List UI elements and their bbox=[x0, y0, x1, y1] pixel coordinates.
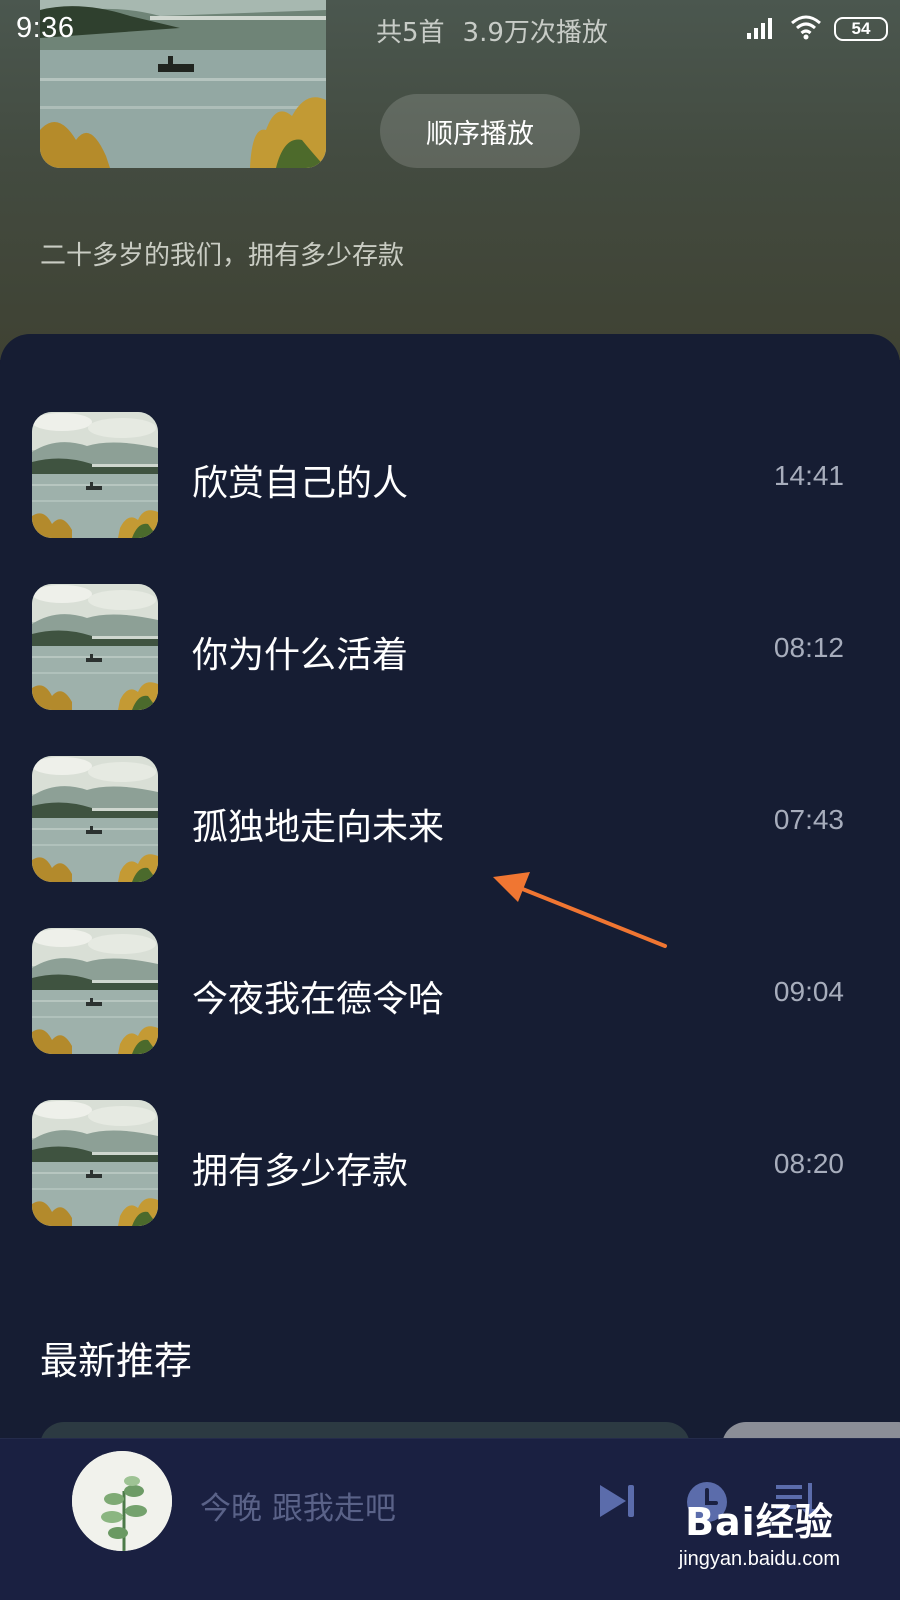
track-duration: 09:04 bbox=[773, 976, 844, 1007]
play-count: 3.9万次播放 bbox=[462, 18, 608, 48]
now-playing-cover[interactable] bbox=[72, 1451, 172, 1551]
track-row[interactable]: 今夜我在德令哈 09:04 bbox=[0, 928, 900, 1054]
sequential-play-button[interactable]: 顺序播放 bbox=[380, 94, 580, 168]
playlist-header: 9:36 共5首 3.9万次播放 54 顺序播放 二十多岁的我们，拥有多少存款 bbox=[0, 0, 900, 360]
mini-player[interactable]: 今晚 跟我走吧 Bai经验 jingyan.baidu.com bbox=[0, 1438, 900, 1600]
track-thumbnail bbox=[32, 584, 158, 710]
track-thumbnail bbox=[32, 1100, 158, 1226]
track-row[interactable]: 拥有多少存款 08:20 bbox=[0, 1100, 900, 1226]
playlist-stats: 共5首 3.9万次播放 bbox=[376, 12, 608, 49]
track-duration: 08:20 bbox=[773, 1148, 844, 1179]
playlist-cover-image[interactable] bbox=[40, 0, 326, 168]
track-title: 欣赏自己的人 bbox=[192, 463, 409, 504]
latest-recommend-heading: 最新推荐 bbox=[40, 1339, 193, 1383]
track-row[interactable]: 你为什么活着 08:12 bbox=[0, 584, 900, 710]
wifi-icon bbox=[790, 14, 822, 44]
next-track-icon[interactable] bbox=[598, 1481, 638, 1525]
watermark-url: jingyan.baidu.com bbox=[678, 1548, 840, 1570]
track-duration: 08:12 bbox=[773, 632, 844, 663]
status-bar-time: 9:36 bbox=[16, 12, 75, 44]
track-row[interactable]: 孤独地走向未来 07:43 bbox=[0, 756, 900, 882]
track-thumbnail bbox=[32, 756, 158, 882]
battery-icon: 54 bbox=[834, 17, 888, 41]
status-icons: 54 bbox=[746, 14, 888, 44]
track-count: 共5首 bbox=[376, 18, 445, 48]
track-thumbnail bbox=[32, 412, 158, 538]
track-thumbnail bbox=[32, 928, 158, 1054]
signal-icon bbox=[746, 15, 778, 43]
track-title: 拥有多少存款 bbox=[192, 1151, 409, 1192]
now-playing-title: 今晚 跟我走吧 bbox=[200, 1491, 396, 1527]
track-title: 今夜我在德令哈 bbox=[192, 979, 445, 1020]
track-title: 孤独地走向未来 bbox=[192, 807, 445, 848]
track-duration: 07:43 bbox=[773, 804, 844, 835]
track-title: 你为什么活着 bbox=[192, 635, 409, 676]
track-duration: 14:41 bbox=[773, 460, 844, 491]
playlist-description: 二十多岁的我们，拥有多少存款 bbox=[40, 241, 405, 271]
watermark-brand: Bai经验 bbox=[685, 1500, 834, 1544]
track-row[interactable]: 欣赏自己的人 14:41 bbox=[0, 412, 900, 538]
baidu-jingyan-watermark: Bai经验 jingyan.baidu.com bbox=[679, 1491, 840, 1571]
